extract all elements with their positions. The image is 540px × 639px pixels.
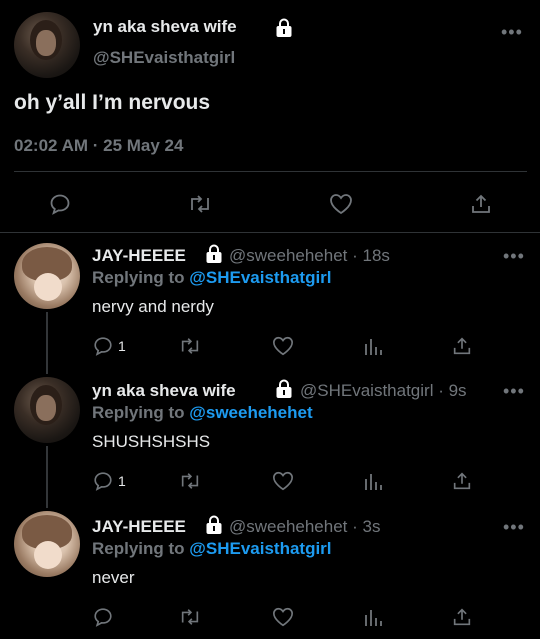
retweet-icon[interactable] — [187, 192, 213, 216]
handle[interactable]: @SHEvaisthatgirl — [93, 48, 235, 68]
views-icon[interactable] — [362, 606, 384, 628]
reply-text: nervy and nerdy — [92, 297, 214, 316]
replying-handle[interactable]: @SHEvaisthatgirl — [189, 268, 331, 287]
reply-icon[interactable] — [92, 335, 114, 357]
display-name[interactable]: JAY-HEEEE — [92, 246, 186, 266]
share-icon[interactable] — [451, 335, 473, 357]
replying-to: Replying to @sweehehehet — [92, 403, 313, 423]
replying-prefix: Replying to — [92, 403, 185, 422]
retweet-icon[interactable] — [178, 470, 202, 492]
retweet-icon[interactable] — [178, 606, 202, 628]
reply-icon[interactable] — [48, 192, 72, 216]
avatar[interactable] — [14, 511, 80, 577]
replying-to: Replying to @SHEvaisthatgirl — [92, 268, 332, 288]
lock-icon — [276, 379, 292, 398]
replying-to: Replying to @SHEvaisthatgirl — [92, 539, 332, 559]
timestamp[interactable]: 02:02 AM · 25 May 24 — [14, 136, 183, 156]
like-icon[interactable] — [271, 606, 295, 628]
more-icon[interactable]: ••• — [503, 517, 525, 538]
divider — [14, 171, 527, 172]
lock-icon — [206, 515, 222, 534]
avatar[interactable] — [14, 243, 80, 309]
avatar[interactable] — [14, 377, 80, 443]
display-name[interactable]: yn aka sheva wife — [93, 17, 237, 37]
reply-text: SHUSHSHSHS — [92, 432, 211, 451]
views-icon[interactable] — [362, 470, 384, 492]
display-name[interactable]: JAY-HEEEE — [92, 517, 186, 537]
reply-text: never — [92, 568, 135, 587]
replying-prefix: Replying to — [92, 268, 185, 287]
avatar[interactable] — [14, 12, 80, 78]
more-icon[interactable]: ••• — [503, 381, 525, 402]
share-icon[interactable] — [451, 470, 473, 492]
like-icon[interactable] — [271, 470, 295, 492]
share-icon[interactable] — [451, 606, 473, 628]
display-name[interactable]: yn aka sheva wife — [92, 381, 236, 401]
lock-icon — [276, 18, 292, 37]
handle-time[interactable]: @sweehehehet · 18s — [229, 246, 390, 266]
handle-time[interactable]: @SHEvaisthatgirl · 9s — [300, 381, 467, 401]
tweet-text: oh y’all I’m nervous — [14, 91, 211, 114]
thread-line — [46, 446, 48, 508]
share-icon[interactable] — [469, 192, 493, 216]
replying-handle[interactable]: @SHEvaisthatgirl — [189, 539, 331, 558]
like-icon[interactable] — [328, 192, 354, 216]
like-icon[interactable] — [271, 335, 295, 357]
reply-count: 1 — [118, 338, 126, 354]
reply-icon[interactable] — [92, 470, 114, 492]
more-icon[interactable]: ••• — [503, 246, 525, 267]
views-icon[interactable] — [362, 335, 384, 357]
reply-icon[interactable] — [92, 606, 114, 628]
replying-prefix: Replying to — [92, 539, 185, 558]
replying-handle[interactable]: @sweehehehet — [189, 403, 312, 422]
reply-count: 1 — [118, 473, 126, 489]
section-divider — [0, 232, 540, 233]
lock-icon — [206, 244, 222, 263]
more-icon[interactable]: ••• — [501, 22, 523, 43]
retweet-icon[interactable] — [178, 335, 202, 357]
thread-line — [46, 312, 48, 374]
handle-time[interactable]: @sweehehehet · 3s — [229, 517, 380, 537]
